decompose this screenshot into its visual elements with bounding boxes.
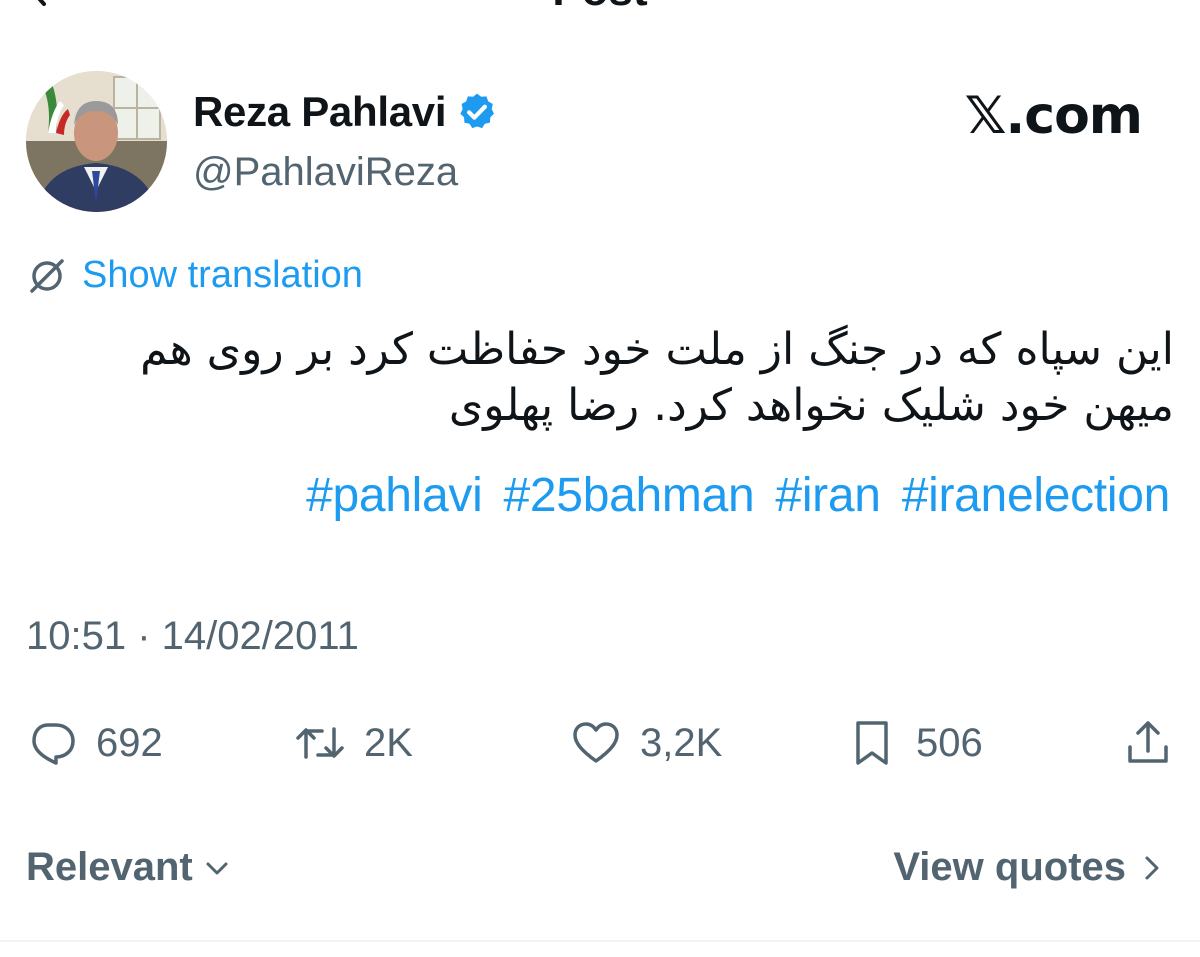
view-quotes-label[interactable]: View quotes [893, 845, 1126, 890]
sort-replies-dropdown[interactable]: Relevant [26, 845, 231, 890]
tweet-text-line: این سپاه که در جنگ از ملت خود حفاظت کرد … [140, 324, 1174, 375]
reply-icon [32, 723, 75, 765]
share-icon [1128, 721, 1168, 763]
author-display-name-row[interactable]: Reza Pahlavi [193, 88, 498, 136]
like-count: 3,2K [640, 720, 723, 765]
hashtag-link[interactable]: #iran [775, 469, 881, 522]
show-translation-label[interactable]: Show translation [82, 254, 363, 297]
brand-logo: 𝕏.com [964, 86, 1143, 146]
page-title: Post [0, 0, 1200, 16]
reply-button[interactable]: 692 [26, 712, 163, 774]
post-timestamp[interactable]: 10:51 · 14/02/2011 [26, 614, 359, 659]
hashtag-link[interactable]: #25bahman [504, 469, 755, 522]
action-bar: 692 2K 3,2K 506 [26, 712, 1174, 774]
bookmark-count: 506 [916, 720, 983, 765]
share-button[interactable] [1122, 712, 1174, 774]
translate-icon [30, 258, 64, 293]
hashtags: #pahlavi #25bahman #iran #iranelection [298, 468, 1170, 523]
verified-badge-icon [460, 93, 495, 129]
repost-count: 2K [364, 720, 413, 765]
tweet-text-line: میهن خود شلیک نخواهد کرد. رضا پهلوی [448, 380, 1174, 431]
tweet-text: این سپاه که در جنگ از ملت خود حفاظت کرد … [26, 322, 1174, 434]
view-quotes-link[interactable]: View quotes [893, 845, 1166, 890]
bookmark-button[interactable]: 506 [846, 712, 983, 774]
like-button[interactable]: 3,2K [570, 712, 722, 774]
sort-label[interactable]: Relevant [26, 845, 193, 890]
repost-icon [296, 727, 344, 759]
chevron-right-icon [1145, 856, 1159, 879]
author-handle[interactable]: @PahlaviReza [193, 150, 458, 195]
show-translation-button[interactable]: Show translation [26, 254, 363, 297]
like-icon [573, 722, 619, 763]
avatar[interactable] [26, 71, 167, 212]
hashtag-link[interactable]: #pahlavi [306, 469, 483, 522]
chevron-down-icon [206, 862, 228, 874]
author-display-name[interactable]: Reza Pahlavi [193, 88, 447, 136]
bookmark-icon [856, 721, 888, 765]
repost-button[interactable]: 2K [294, 712, 413, 774]
hashtag-link[interactable]: #iranelection [902, 469, 1171, 522]
reply-count: 692 [96, 720, 163, 765]
divider [0, 940, 1200, 942]
